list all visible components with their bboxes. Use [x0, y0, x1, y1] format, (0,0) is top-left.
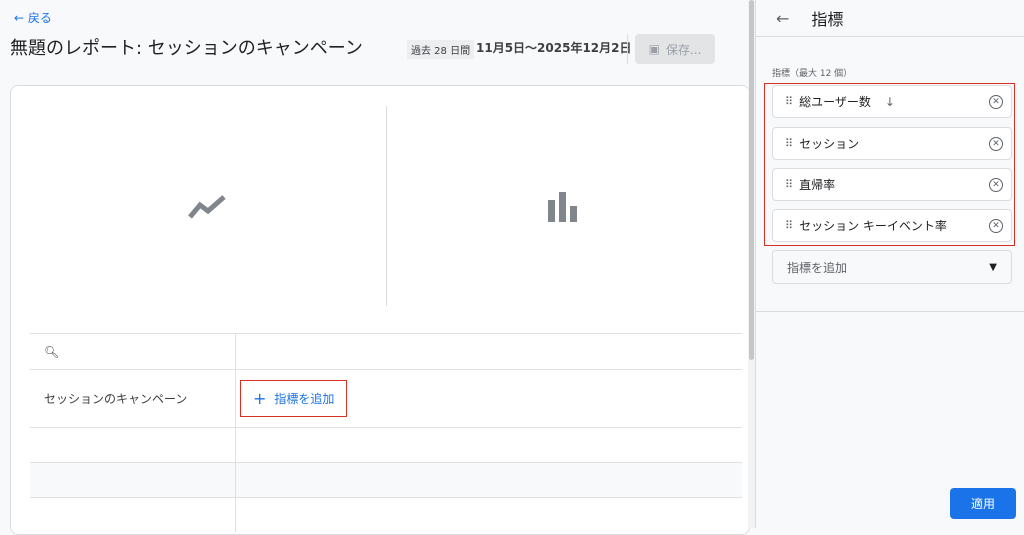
bar-chart-icon[interactable]: [547, 190, 581, 224]
remove-icon[interactable]: ✕: [989, 177, 1003, 192]
metric-label: 総ユーザー数: [799, 95, 871, 109]
back-arrow-icon[interactable]: ←: [776, 9, 789, 28]
panel-title: 指標: [811, 10, 844, 29]
dropdown-placeholder: 指標を追加: [787, 260, 848, 275]
line-chart-icon[interactable]: [188, 193, 228, 221]
search-icon[interactable]: 🔍︎: [30, 334, 236, 369]
metric-item[interactable]: ⠿ 直帰率 ✕: [772, 168, 1012, 201]
remove-icon[interactable]: ✕: [989, 94, 1003, 109]
sort-desc-icon[interactable]: ↓: [885, 95, 895, 109]
metric-label: セッション: [799, 137, 860, 151]
data-table: 🔍︎ セッションのキャンペーン + 指標を追加: [30, 333, 742, 532]
divider: [386, 106, 387, 306]
add-metric-label: 指標を追加: [274, 392, 335, 406]
metric-item[interactable]: ⠿ セッション ✕: [772, 127, 1012, 160]
back-link[interactable]: ← 戻る: [14, 9, 52, 26]
add-metric-dropdown[interactable]: 指標を追加 ▼: [772, 250, 1012, 284]
metric-label: 直帰率: [799, 178, 836, 192]
drag-handle-icon[interactable]: ⠿: [785, 178, 793, 191]
section-label: 指標（最大 12 個）: [772, 69, 853, 79]
date-range[interactable]: 11月5日～2025年12月2日: [476, 39, 632, 56]
dimension-header: セッションのキャンペーン: [30, 370, 236, 427]
save-button[interactable]: ▣ 保存...: [635, 34, 715, 64]
save-label: 保存...: [665, 42, 702, 57]
drag-handle-icon[interactable]: ⠿: [785, 95, 793, 108]
divider: [756, 311, 1024, 312]
divider: [627, 34, 628, 64]
metric-item[interactable]: ⠿ 総ユーザー数 ↓ ✕: [772, 85, 1012, 118]
metrics-panel: ← 指標 指標（最大 12 個） ⠿ 総ユーザー数 ↓ ✕ ⠿ セッション ✕ ⠿ 直帰率 ✕ …: [755, 0, 1024, 528]
remove-icon[interactable]: ✕: [989, 218, 1003, 233]
apply-button[interactable]: 適用: [950, 488, 1016, 519]
period-chip: 過去 28 日間: [407, 40, 475, 59]
drag-handle-icon[interactable]: ⠿: [785, 137, 793, 150]
metric-label: セッション キーイベント率: [799, 219, 947, 233]
save-icon: ▣: [648, 42, 660, 56]
caret-down-icon: ▼: [989, 261, 997, 273]
page-title: 無題のレポート: セッションのキャンペーン: [10, 38, 363, 59]
plus-icon: +: [253, 389, 267, 408]
drag-handle-icon[interactable]: ⠿: [785, 219, 793, 232]
metric-item[interactable]: ⠿ セッション キーイベント率 ✕: [772, 209, 1012, 242]
remove-icon[interactable]: ✕: [989, 136, 1003, 151]
scrollbar-thumb[interactable]: [749, 0, 754, 360]
add-metric-button[interactable]: + 指標を追加: [240, 380, 348, 417]
